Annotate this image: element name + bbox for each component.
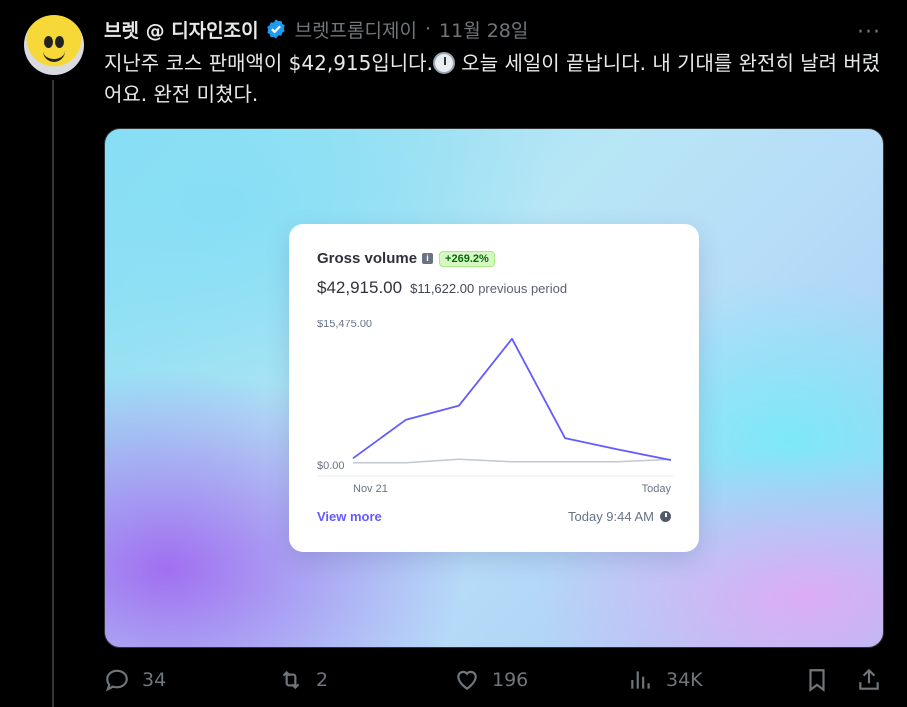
clock-icon <box>660 511 671 522</box>
avatar-eye-left <box>44 36 53 48</box>
x-end-label: Today <box>642 483 672 495</box>
views-button[interactable]: 34K <box>628 667 703 693</box>
updated-time: Today 9:44 AM <box>568 509 671 524</box>
y-max-label: $15,475.00 <box>317 320 372 330</box>
thread-line <box>52 80 54 707</box>
analytics-icon <box>631 671 650 689</box>
card-title: Gross volume <box>317 250 418 267</box>
tweet-text: 지난주 코스 판매액이 $42,915입니다. 오늘 세일이 끝납니다. 내 기… <box>104 48 884 110</box>
author-handle[interactable]: 브렛프롬디제이 <box>295 16 417 43</box>
like-button[interactable]: 196 <box>454 667 528 693</box>
series-line-previous <box>353 458 672 464</box>
x-start-label: Nov 21 <box>353 483 388 495</box>
info-icon: i <box>422 253 434 264</box>
clock-emoji-icon <box>432 52 455 74</box>
tweet-date[interactable]: 11월 28일 <box>439 16 528 43</box>
change-badge: +269.2% <box>439 250 495 267</box>
more-options-icon[interactable]: ··· <box>857 20 881 45</box>
view-count: 34K <box>666 669 703 691</box>
reply-count: 34 <box>142 669 167 691</box>
gross-volume-card: Gross volume i +269.2% $42,915.00 $11,62… <box>289 224 699 552</box>
previous-label: previous period <box>478 281 568 296</box>
avatar[interactable] <box>24 15 84 75</box>
tweet-text-part1: 지난주 코스 판매액이 $42,915입니다. <box>104 51 433 75</box>
card-title-row: Gross volume i +269.2% <box>317 250 495 267</box>
author-name[interactable]: 브렛 @ 디자인조이 <box>104 16 259 43</box>
avatar-mouth <box>43 49 65 62</box>
bookmark-button[interactable] <box>804 667 830 693</box>
retweet-button[interactable]: 2 <box>278 667 328 693</box>
reply-icon <box>105 669 128 692</box>
tweet-media-image[interactable]: Gross volume i +269.2% $42,915.00 $11,62… <box>104 128 884 648</box>
bookmark-icon <box>809 669 825 692</box>
series-line-current <box>352 337 672 461</box>
reply-button[interactable]: 34 <box>104 667 166 693</box>
retweet-icon <box>282 670 300 690</box>
updated-time-label: Today 9:44 AM <box>568 509 654 524</box>
view-more-link[interactable]: View more <box>317 509 382 524</box>
action-bar: 34 2 196 34K <box>104 667 884 699</box>
share-icon <box>859 668 879 690</box>
y-min-label: $0.00 <box>317 460 345 472</box>
share-button[interactable] <box>856 667 882 693</box>
verified-badge-icon <box>265 18 287 40</box>
header-separator: · <box>424 18 432 40</box>
avatar-eye-right <box>55 36 64 48</box>
tweet-header: 브렛 @ 디자인조이 브렛프롬디제이 · 11월 28일 <box>104 16 907 42</box>
like-count: 196 <box>492 669 529 691</box>
retweet-count: 2 <box>316 669 329 691</box>
previous-amount: $11,622.00 <box>410 281 475 296</box>
heart-icon <box>457 670 477 690</box>
gross-amount: $42,915.00 <box>317 278 403 297</box>
amount-row: $42,915.00 $11,622.00 previous period <box>317 278 567 298</box>
gross-volume-chart: $15,475.00 $0.00 Nov 21 Today <box>317 320 673 495</box>
